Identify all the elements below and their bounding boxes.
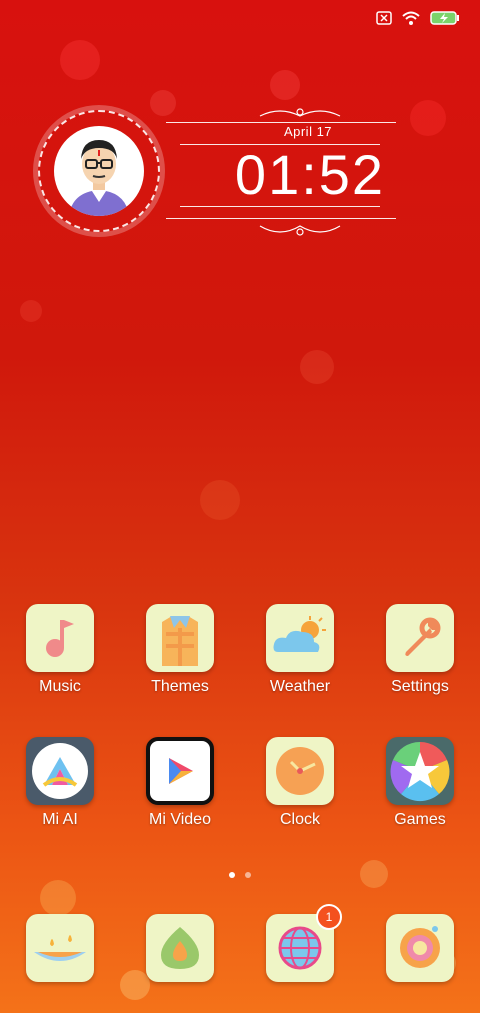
avatar-frame: [38, 110, 160, 232]
status-bar: [376, 10, 460, 30]
clock-icon[interactable]: [266, 737, 334, 805]
app-label: Mi AI: [42, 811, 78, 828]
app-themes[interactable]: Themes: [120, 604, 240, 696]
app-music[interactable]: Music: [0, 604, 120, 696]
page-dot-2[interactable]: [245, 872, 251, 878]
app-label: Clock: [279, 811, 320, 828]
leaf-drop-icon[interactable]: [146, 914, 214, 982]
app-label: Mi Video: [149, 811, 211, 828]
dock-app-leaf[interactable]: [120, 914, 240, 982]
cloud-sun-icon[interactable]: [266, 604, 334, 672]
app-mi-video[interactable]: Mi Video: [120, 737, 240, 829]
battery-charging-icon: [430, 10, 460, 30]
clock-widget[interactable]: April 17 01:52: [30, 100, 470, 250]
app-label: Weather: [269, 678, 331, 695]
notification-badge: 1: [316, 904, 342, 930]
app-row-1: Music Themes Weather Settings: [0, 604, 480, 696]
play-icon[interactable]: [146, 737, 214, 805]
app-weather[interactable]: Weather: [240, 604, 360, 696]
camera-lens-icon[interactable]: [386, 914, 454, 982]
avatar: [54, 126, 144, 216]
app-mi-ai[interactable]: Mi AI: [0, 737, 120, 829]
app-row-2: Mi AI Mi Video Clock Games: [0, 737, 480, 829]
avatar-illustration-icon: [69, 140, 129, 216]
app-label: Music: [39, 678, 81, 695]
time-display[interactable]: 01:52: [190, 142, 430, 207]
mi-ai-icon[interactable]: [26, 737, 94, 805]
app-label: Themes: [151, 678, 209, 695]
dock-app-browser[interactable]: 1: [240, 904, 360, 982]
wrench-icon[interactable]: [386, 604, 454, 672]
page-dot-1[interactable]: [229, 872, 235, 878]
wifi-icon: [402, 11, 420, 30]
top-rule: [166, 122, 396, 123]
sim-x-icon: [376, 10, 392, 30]
dock-app-diya[interactable]: [0, 914, 120, 982]
app-label: Games: [394, 811, 446, 828]
star-wheel-icon[interactable]: [386, 737, 454, 805]
app-settings[interactable]: Settings: [360, 604, 480, 696]
shirt-icon[interactable]: [146, 604, 214, 672]
bottom-ornament-icon: [250, 220, 350, 247]
diya-lamp-icon[interactable]: [26, 914, 94, 982]
music-note-icon[interactable]: [26, 604, 94, 672]
page-indicator: [0, 872, 480, 878]
app-games[interactable]: Games: [360, 737, 480, 829]
globe-icon[interactable]: 1: [266, 904, 342, 982]
dock: 1: [0, 904, 480, 982]
app-clock[interactable]: Clock: [240, 737, 360, 829]
date-label: April 17: [283, 124, 333, 139]
bottom-rule-outer: [166, 218, 396, 219]
dock-app-camera[interactable]: [360, 914, 480, 982]
app-label: Settings: [391, 678, 449, 695]
bottom-rule: [180, 206, 380, 207]
